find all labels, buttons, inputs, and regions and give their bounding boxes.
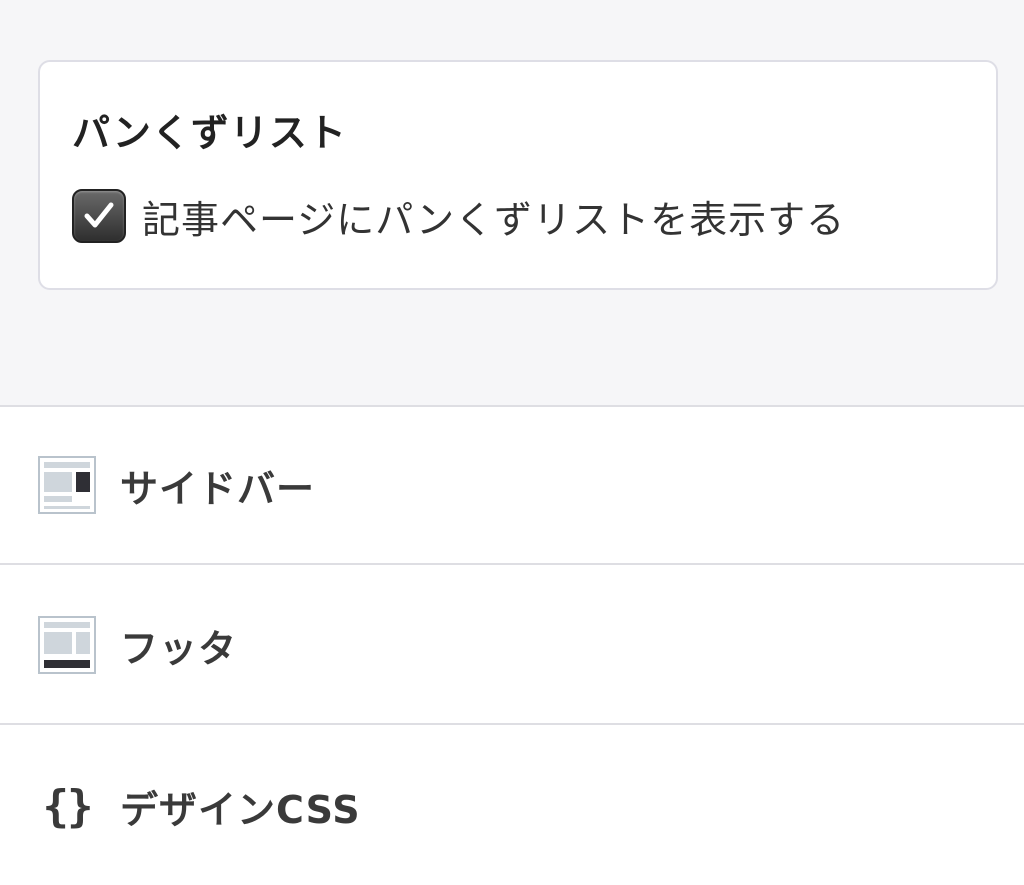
- nav-item-sidebar-label: サイドバー: [120, 466, 316, 511]
- curly-braces-icon: {}: [42, 780, 94, 832]
- checkmark-icon: [84, 202, 114, 228]
- settings-panel: パンくずリスト 記事ページにパンくずリストを表示する: [0, 0, 1024, 407]
- nav-item-sidebar[interactable]: サイドバー: [0, 407, 1024, 565]
- breadcrumb-checkbox-label[interactable]: 記事ページにパンくずリストを表示する: [142, 189, 845, 244]
- nav-item-footer-label: フッタ: [120, 626, 238, 671]
- nav-item-design-css[interactable]: {} デザインCSS: [0, 727, 1024, 885]
- footer-layout-icon: [38, 616, 96, 674]
- sidebar-layout-icon: [38, 456, 96, 514]
- nav-item-design-css-label: デザインCSS: [120, 787, 361, 832]
- breadcrumb-section-title: パンくずリスト: [72, 111, 347, 155]
- breadcrumb-checkbox-row[interactable]: 記事ページにパンくずリストを表示する: [72, 186, 845, 246]
- breadcrumb-checkbox[interactable]: [72, 189, 126, 243]
- breadcrumb-settings-card: パンくずリスト 記事ページにパンくずリストを表示する: [38, 60, 998, 290]
- nav-item-footer[interactable]: フッタ: [0, 567, 1024, 725]
